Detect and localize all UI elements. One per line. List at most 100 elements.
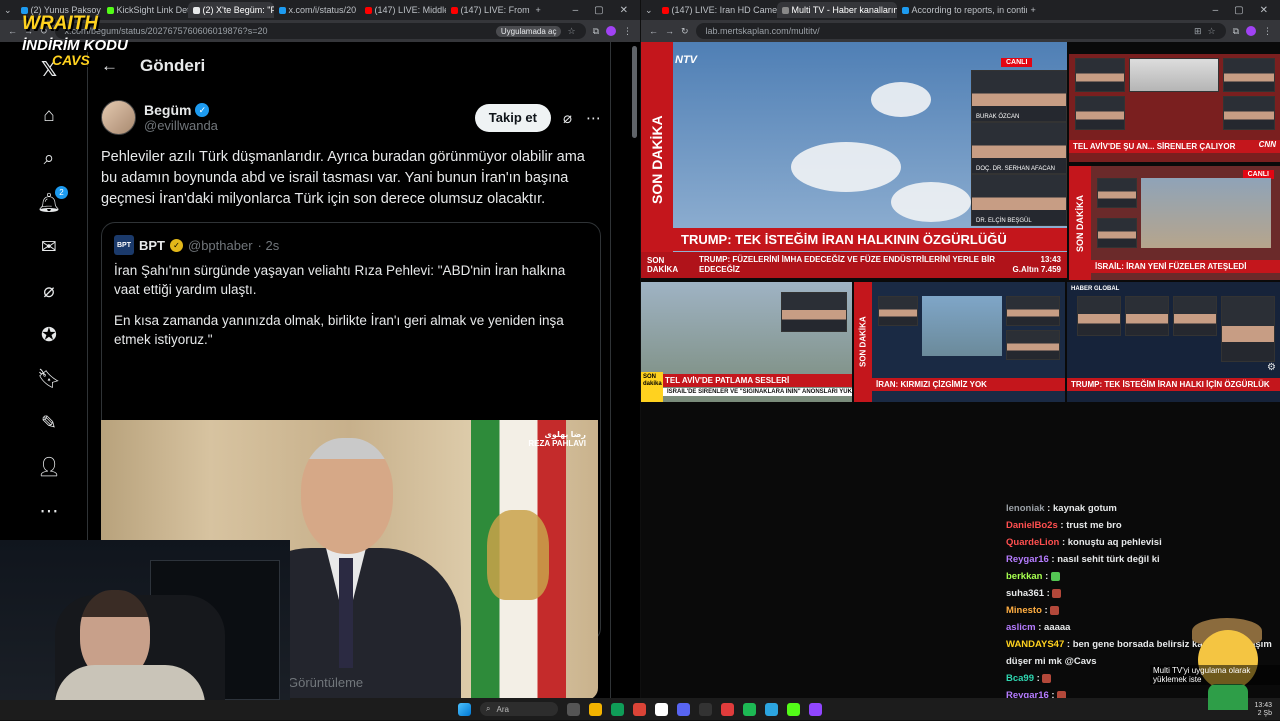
spotify-icon[interactable]: [743, 703, 756, 716]
maximize-icon[interactable]: ▢: [594, 5, 603, 16]
minimize-icon[interactable]: –: [573, 5, 579, 16]
sponsor-line: İNDİRİM KODU: [22, 38, 128, 53]
browser-tab[interactable]: x.com/i/status/20✕: [274, 2, 360, 18]
twitch-icon[interactable]: [809, 703, 822, 716]
verified-orgs-icon[interactable]: ✪: [38, 324, 60, 346]
reload-icon[interactable]: ↻: [681, 26, 689, 37]
articles-icon[interactable]: ✎: [38, 412, 60, 434]
task-view-icon[interactable]: [567, 703, 580, 716]
post-header: ← Gönderi: [89, 42, 610, 76]
chat-username[interactable]: QuardeLion: [1006, 537, 1059, 548]
close-window-icon[interactable]: ✕: [1260, 5, 1268, 16]
clock: 13:43: [1041, 255, 1061, 264]
tab-search-icon[interactable]: ⌄: [4, 5, 12, 16]
bookmarks-icon[interactable]: 🔖︎: [38, 368, 60, 390]
kick-icon[interactable]: [787, 703, 800, 716]
ntv-subticker: SON DAKİKA TRUMP: FÜZELERİNİ İMHA EDECEĞ…: [641, 252, 1067, 278]
cnn-logo: CNN: [1259, 140, 1276, 149]
tv-cell-ntv[interactable]: SON DAKİKA NTV CANLI BURAK ÖZCAN DOÇ. DR…: [641, 42, 1067, 278]
menu-dots-icon[interactable]: ⋮: [1263, 26, 1272, 37]
bookmark-star-icon[interactable]: ☆: [567, 26, 575, 37]
messages-envelope-icon[interactable]: ✉: [38, 236, 60, 258]
chat-separator: :: [1058, 520, 1066, 531]
chat-username[interactable]: lenoniak: [1006, 503, 1045, 514]
tv-cell-cnn[interactable]: TEL AVİV'DE ŞU AN... SİRENLER ÇALIYOR CN…: [1069, 54, 1280, 162]
obs-icon[interactable]: [699, 703, 712, 716]
new-tab-icon[interactable]: +: [1031, 5, 1036, 15]
tab-favicon-icon: [451, 7, 458, 14]
more-icon[interactable]: ⋯: [38, 500, 60, 522]
open-in-app-pill[interactable]: Uygulamada aç: [496, 26, 562, 37]
avatar[interactable]: [101, 100, 136, 135]
app-icon[interactable]: [721, 703, 734, 716]
scrollbar[interactable]: [632, 46, 637, 138]
edge-icon[interactable]: [611, 703, 624, 716]
file-explorer-icon[interactable]: [589, 703, 602, 716]
chat-username[interactable]: DanielBo2s: [1006, 520, 1058, 531]
chat-username[interactable]: berkkan: [1006, 571, 1042, 582]
bottom3-headline: TRUMP: TEK İSTEĞİM İRAN HALKI İÇİN ÖZGÜR…: [1067, 378, 1280, 391]
home-icon[interactable]: ⌂: [38, 105, 60, 127]
chat-message: QuardeLion : konuştu aq pehlevisi: [1006, 534, 1278, 551]
browser-tab[interactable]: (147) LIVE: From t✕: [446, 2, 532, 18]
url-field[interactable]: x.com/begum/status/2027675760606019876?s…: [55, 23, 586, 39]
back-arrow-icon[interactable]: ←: [8, 26, 17, 36]
tv-cell-bottom-1[interactable]: TEL AVİV'DE PATLAMA SESLERİ SON dakika İ…: [641, 282, 852, 402]
bottom2-headline: İRAN: KIRMIZI ÇİZGİMİZ YOK: [872, 378, 1065, 391]
minimize-icon[interactable]: –: [1213, 5, 1219, 16]
notifications-bell-icon[interactable]: 🔔︎2: [38, 192, 60, 214]
browser-tab-active[interactable]: (2) X'te Begüm: "P✕: [188, 2, 274, 18]
install-notification: Multi TV'yi uygulama olarak yüklemek ist…: [1150, 665, 1280, 685]
profile-avatar[interactable]: [1246, 26, 1256, 36]
taskbar-search[interactable]: ⌕Ara: [480, 702, 558, 716]
tab-label: According to reports, in contin: [912, 5, 1027, 15]
tab-search-icon[interactable]: ⌄: [645, 5, 653, 16]
grok-icon[interactable]: ⌀: [38, 280, 60, 302]
grok-icon[interactable]: ⌀: [563, 109, 572, 127]
discord-icon[interactable]: [677, 703, 690, 716]
chat-username[interactable]: aslicm: [1006, 622, 1036, 633]
tv-cell-israil[interactable]: SON DAKİKA CANLI İSRAİL: İRAN YENİ FÜZEL…: [1069, 166, 1280, 280]
chat-text: aaaaa: [1044, 622, 1070, 633]
app-icon[interactable]: [655, 703, 668, 716]
explore-search-icon[interactable]: ⌕: [38, 148, 60, 170]
new-tab-icon[interactable]: +: [536, 5, 541, 15]
bookmark-star-icon[interactable]: ☆: [1207, 26, 1215, 37]
sponsor-overlay: WRAITH İNDİRİM KODU CAVS: [22, 14, 128, 67]
profile-avatar[interactable]: [606, 26, 616, 36]
author-name[interactable]: Begüm: [144, 102, 191, 118]
browser-tab-active[interactable]: Multi TV - Haber kanallarını ay✕: [777, 2, 897, 18]
views-label: Görüntüleme: [288, 675, 363, 690]
chat-username[interactable]: Minesto: [1006, 605, 1042, 616]
tv-cell-bottom-2[interactable]: SON DAKİKA İRAN: KIRMIZI ÇİZGİMİZ YOK: [854, 282, 1065, 402]
menu-dots-icon[interactable]: ⋮: [623, 26, 632, 37]
chat-text: konuştu aq pehlevisi: [1068, 537, 1162, 548]
tv-cell-bottom-3[interactable]: HABER GLOBAL TRUMP: TEK İSTEĞİM İRAN HAL…: [1067, 282, 1280, 402]
forward-arrow-icon[interactable]: →: [665, 26, 674, 36]
follow-button[interactable]: Takip et: [475, 104, 551, 132]
extensions-icon[interactable]: ⧉: [593, 26, 599, 37]
settings-gear-icon[interactable]: ⚙: [1267, 362, 1276, 373]
chat-username[interactable]: Bca99: [1006, 673, 1034, 684]
extensions-icon[interactable]: ⧉: [1233, 26, 1239, 37]
back-arrow-icon[interactable]: ←: [649, 26, 658, 36]
profile-icon[interactable]: 👤︎: [38, 456, 60, 478]
chat-separator: :: [1044, 588, 1052, 599]
browser-tab[interactable]: (147) LIVE: Iran HD Camera Fee✕: [657, 2, 777, 18]
close-window-icon[interactable]: ✕: [620, 5, 628, 16]
url-field[interactable]: lab.mertskaplan.com/multitv/⊞☆: [696, 23, 1226, 39]
browser-tab[interactable]: According to reports, in contin✕: [897, 2, 1027, 18]
chrome-icon[interactable]: [633, 703, 646, 716]
author-handle[interactable]: @evillwanda: [144, 118, 218, 133]
maximize-icon[interactable]: ▢: [1234, 5, 1243, 16]
install-app-icon[interactable]: ⊞: [1194, 26, 1202, 37]
page-title: Gönderi: [140, 56, 205, 76]
telegram-icon[interactable]: [765, 703, 778, 716]
start-icon[interactable]: [458, 703, 471, 716]
more-options-icon[interactable]: ⋯: [586, 109, 601, 127]
chat-username[interactable]: Reygar16: [1006, 554, 1049, 565]
chat-username[interactable]: suha361: [1006, 588, 1044, 599]
browser-tab[interactable]: (147) LIVE: Middle✕: [360, 2, 446, 18]
chat-username[interactable]: WANDAYS47: [1006, 639, 1064, 650]
quote-author-name: BPT: [139, 238, 165, 253]
